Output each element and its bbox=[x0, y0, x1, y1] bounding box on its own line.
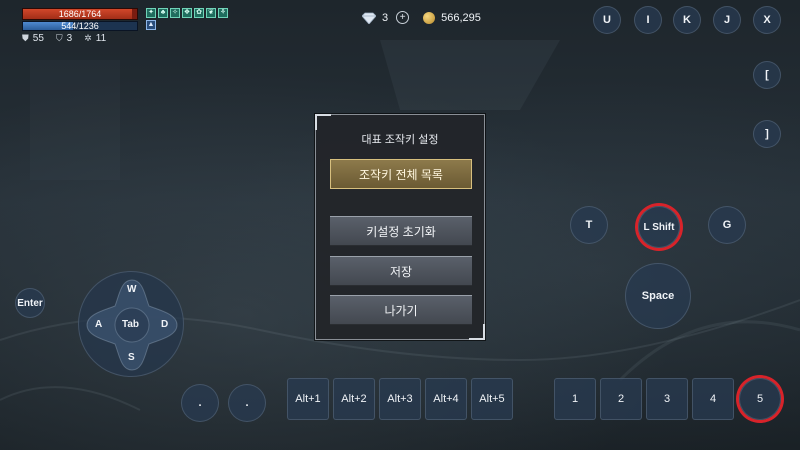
buff-icon: ❖ bbox=[182, 8, 192, 18]
key-label: 5 bbox=[756, 393, 764, 405]
key-1-button[interactable]: 1 bbox=[554, 378, 596, 420]
player-stats: ⛊ 55 ⛉ 3 ✲ 11 bbox=[22, 33, 106, 44]
key-5-button[interactable]: 5 bbox=[739, 378, 781, 420]
key-x-button[interactable]: X bbox=[753, 6, 781, 34]
gear-icon: ✲ bbox=[84, 33, 92, 43]
key-label: T bbox=[585, 219, 593, 231]
key-label: [ bbox=[765, 69, 769, 81]
key-j-button[interactable]: J bbox=[713, 6, 741, 34]
key-label: . bbox=[245, 397, 249, 409]
key-2-button[interactable]: 2 bbox=[600, 378, 642, 420]
key-dot-button-2[interactable]: . bbox=[228, 384, 266, 422]
dpad-up-label[interactable]: W bbox=[127, 284, 136, 295]
buff-icon: ✦ bbox=[146, 8, 156, 18]
full-key-list-button[interactable]: 조작키 전체 목록 bbox=[330, 159, 472, 189]
shield-small-icon: ⛉ bbox=[55, 33, 63, 43]
add-diamond-button[interactable]: + bbox=[396, 11, 410, 24]
key-space-button[interactable]: Space bbox=[625, 263, 691, 329]
key-label: Alt+1 bbox=[295, 393, 321, 405]
stat-defense: ⛉ 3 bbox=[56, 33, 72, 44]
buff-icon: ✿ bbox=[194, 8, 204, 18]
key-label: Alt+4 bbox=[433, 393, 459, 405]
key-label: J bbox=[723, 14, 731, 26]
buff-icon: ♣ bbox=[158, 8, 168, 18]
stat-value: 55 bbox=[32, 33, 44, 44]
mp-bar: 544/1236 bbox=[22, 21, 138, 31]
dpad-right-label[interactable]: D bbox=[161, 319, 168, 330]
key-t-button[interactable]: T bbox=[570, 206, 608, 244]
key-i-button[interactable]: I bbox=[634, 6, 662, 34]
stat-value: 3 bbox=[66, 33, 73, 44]
key-label: G bbox=[722, 219, 732, 231]
key-settings-dialog: 대표 조작키 설정 조작키 전체 목록 키설정 초기화 저장 나가기 bbox=[315, 114, 485, 340]
key-label: I bbox=[646, 14, 650, 26]
key-g-button[interactable]: G bbox=[708, 206, 746, 244]
key-label: Space bbox=[641, 290, 675, 302]
key-alt1-button[interactable]: Alt+1 bbox=[287, 378, 329, 420]
gold-coin-icon bbox=[423, 11, 436, 24]
key-alt3-button[interactable]: Alt+3 bbox=[379, 378, 421, 420]
key-label: Alt+2 bbox=[341, 393, 367, 405]
stat-level: ✲ 11 bbox=[84, 33, 106, 44]
key-alt4-button[interactable]: Alt+4 bbox=[425, 378, 467, 420]
key-label: U bbox=[603, 14, 611, 26]
key-label: Alt+3 bbox=[387, 393, 413, 405]
gold-amount: 566,295 bbox=[441, 11, 481, 24]
currency-bar: 3 + 566,295 bbox=[362, 11, 481, 24]
buff-icon: ✧ bbox=[170, 8, 180, 18]
exit-button[interactable]: 나가기 bbox=[330, 295, 472, 325]
buff-icon: ❦ bbox=[206, 8, 216, 18]
key-label: 2 bbox=[617, 393, 625, 405]
dpad-down-label[interactable]: S bbox=[128, 352, 135, 363]
stat-value: 11 bbox=[95, 33, 107, 44]
key-bracket-close-button[interactable]: ] bbox=[753, 120, 781, 148]
buff-icon: ⚘ bbox=[218, 8, 228, 18]
buff-row: ✦ ♣ ✧ ❖ ✿ ❦ ⚘ bbox=[146, 8, 228, 18]
movement-dpad[interactable]: W A Tab D S bbox=[78, 271, 184, 377]
key-label: X bbox=[763, 14, 771, 26]
key-bracket-open-button[interactable]: [ bbox=[753, 61, 781, 89]
hp-bar: 1686/1764 bbox=[22, 8, 138, 20]
stat-attack: ⛊ 55 bbox=[22, 33, 44, 44]
key-4-button[interactable]: 4 bbox=[692, 378, 734, 420]
key-label: 3 bbox=[663, 393, 671, 405]
key-label: 1 bbox=[571, 393, 579, 405]
key-label: 4 bbox=[709, 393, 717, 405]
key-label: L Shift bbox=[643, 221, 675, 233]
key-alt5-button[interactable]: Alt+5 bbox=[471, 378, 513, 420]
mp-text: 544/1236 bbox=[61, 21, 99, 31]
diamond-icon bbox=[362, 12, 376, 24]
hp-text: 1686/1764 bbox=[58, 9, 102, 19]
key-label: . bbox=[198, 397, 202, 409]
buff-icon: ▲ bbox=[146, 20, 156, 30]
key-k-button[interactable]: K bbox=[673, 6, 701, 34]
save-button[interactable]: 저장 bbox=[330, 256, 472, 286]
diamond-count: 3 bbox=[382, 11, 389, 24]
dpad-center-label[interactable]: Tab bbox=[122, 319, 139, 330]
key-dot-button-1[interactable]: . bbox=[181, 384, 219, 422]
key-label: ] bbox=[765, 128, 769, 140]
reset-keys-button[interactable]: 키설정 초기화 bbox=[330, 216, 472, 246]
key-label: Enter bbox=[17, 297, 43, 309]
key-u-button[interactable]: U bbox=[593, 6, 621, 34]
key-enter-button[interactable]: Enter bbox=[15, 288, 45, 318]
key-lshift-button[interactable]: L Shift bbox=[638, 206, 680, 248]
key-3-button[interactable]: 3 bbox=[646, 378, 688, 420]
dialog-title: 대표 조작키 설정 bbox=[361, 134, 439, 146]
key-label: Alt+5 bbox=[479, 393, 505, 405]
shield-icon: ⛊ bbox=[22, 33, 29, 43]
key-label: K bbox=[683, 14, 691, 26]
key-alt2-button[interactable]: Alt+2 bbox=[333, 378, 375, 420]
dpad-left-label[interactable]: A bbox=[95, 319, 102, 330]
